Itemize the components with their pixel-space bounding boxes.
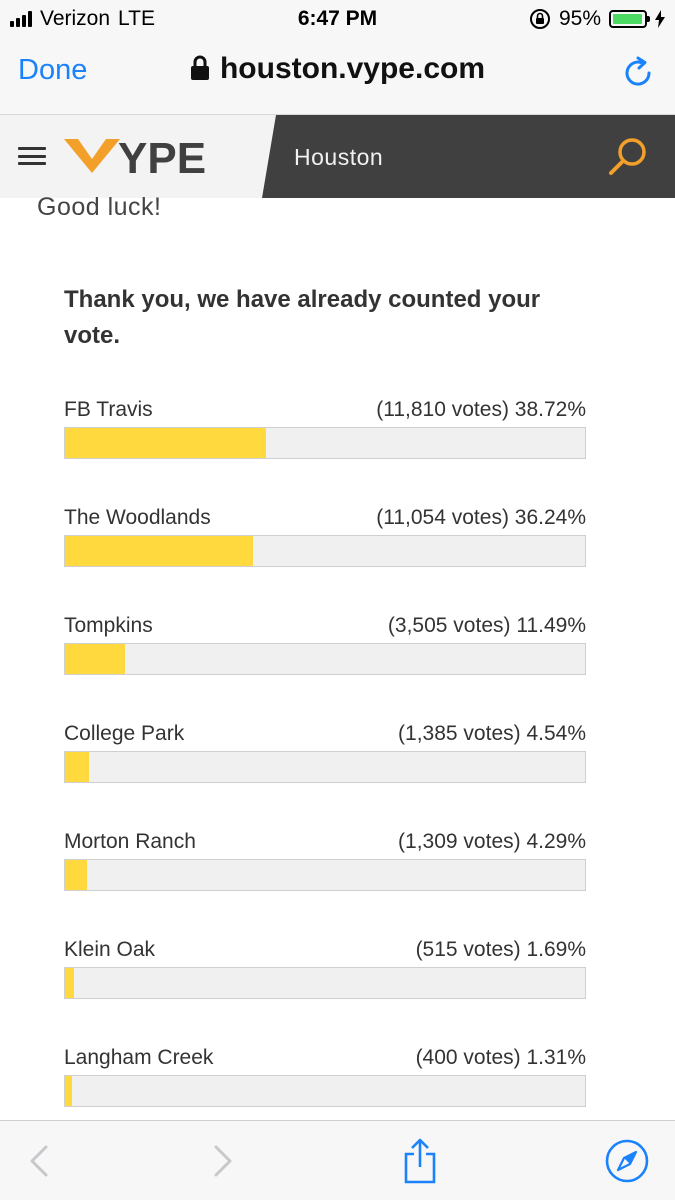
- status-right: 95%: [529, 6, 665, 32]
- battery-percent: 95%: [558, 7, 601, 30]
- logo-text: YPE: [118, 134, 206, 177]
- poll-progress-bar: [64, 535, 586, 567]
- search-icon[interactable]: [607, 135, 649, 177]
- share-icon: [404, 1138, 436, 1184]
- intro-text: Good luck!: [37, 193, 162, 221]
- vote-counted-message: Thank you, we have already counted your …: [64, 286, 541, 349]
- poll-option: Tompkins (3,505 votes) 11.49%: [64, 614, 586, 694]
- region-panel: Houston: [262, 115, 675, 198]
- poll-progress-bar: [64, 427, 586, 459]
- poll-progress-fill: [65, 752, 89, 782]
- poll-progress-fill: [65, 644, 125, 674]
- safari-button[interactable]: [600, 1121, 654, 1200]
- poll-option-name: College Park: [64, 722, 185, 745]
- poll-progress-bar: [64, 643, 586, 675]
- site-header: YPE Houston: [0, 115, 675, 198]
- browser-toolbar: [0, 1120, 675, 1200]
- poll-option-votes: (11,054 votes) 36.24%: [376, 506, 586, 529]
- reload-icon[interactable]: [621, 56, 655, 90]
- vype-logo[interactable]: YPE: [62, 133, 242, 177]
- browser-address-bar: Done houston.vype.com: [0, 38, 675, 115]
- poll-option-votes: (515 votes) 1.69%: [415, 938, 586, 961]
- forward-button[interactable]: [198, 1121, 248, 1200]
- poll-option-name: Tompkins: [64, 614, 153, 637]
- poll-option: College Park (1,385 votes) 4.54%: [64, 722, 586, 802]
- compass-icon: [605, 1139, 649, 1183]
- share-button[interactable]: [395, 1121, 445, 1200]
- chevron-right-icon: [214, 1145, 232, 1177]
- poll-progress-bar: [64, 1075, 586, 1107]
- poll-option-votes: (1,309 votes) 4.29%: [398, 830, 586, 853]
- hamburger-menu-icon[interactable]: [18, 147, 46, 165]
- poll-progress-fill: [65, 968, 74, 998]
- back-button[interactable]: [14, 1121, 64, 1200]
- url-text: houston.vype.com: [219, 52, 486, 85]
- chevron-left-icon: [30, 1145, 48, 1177]
- poll-option-name: Langham Creek: [64, 1046, 214, 1069]
- poll-progress-fill: [65, 428, 267, 458]
- poll-progress-bar: [64, 859, 586, 891]
- status-bar: Verizon LTE 6:47 PM 95%: [0, 0, 675, 38]
- poll-progress-fill: [65, 536, 254, 566]
- poll-progress-fill: [65, 860, 88, 890]
- poll-option: FB Travis (11,810 votes) 38.72%: [64, 398, 586, 478]
- poll-option: Morton Ranch (1,309 votes) 4.29%: [64, 830, 586, 910]
- poll-option: The Woodlands (11,054 votes) 36.24%: [64, 506, 586, 586]
- charging-bolt-icon: [655, 10, 665, 28]
- poll-option-votes: (400 votes) 1.31%: [415, 1046, 586, 1069]
- poll-progress-bar: [64, 967, 586, 999]
- poll-option-name: The Woodlands: [64, 506, 211, 529]
- poll-option-votes: (11,810 votes) 38.72%: [376, 398, 586, 421]
- poll-option-name: Morton Ranch: [64, 830, 196, 853]
- poll-option-votes: (1,385 votes) 4.54%: [398, 722, 586, 745]
- poll-progress-fill: [65, 1076, 72, 1106]
- lock-icon: [190, 55, 209, 80]
- orientation-lock-icon: [529, 9, 550, 29]
- poll-progress-bar: [64, 751, 586, 783]
- url-display[interactable]: houston.vype.com: [0, 52, 675, 86]
- poll-option-name: FB Travis: [64, 398, 153, 421]
- region-name[interactable]: Houston: [294, 144, 383, 171]
- battery-icon: [609, 10, 650, 28]
- poll-option-name: Klein Oak: [64, 938, 156, 961]
- poll-option-votes: (3,505 votes) 11.49%: [387, 614, 586, 637]
- poll-option: Langham Creek (400 votes) 1.31%: [64, 1046, 586, 1126]
- battery-level: [613, 14, 642, 24]
- poll-option: Klein Oak (515 votes) 1.69%: [64, 938, 586, 1018]
